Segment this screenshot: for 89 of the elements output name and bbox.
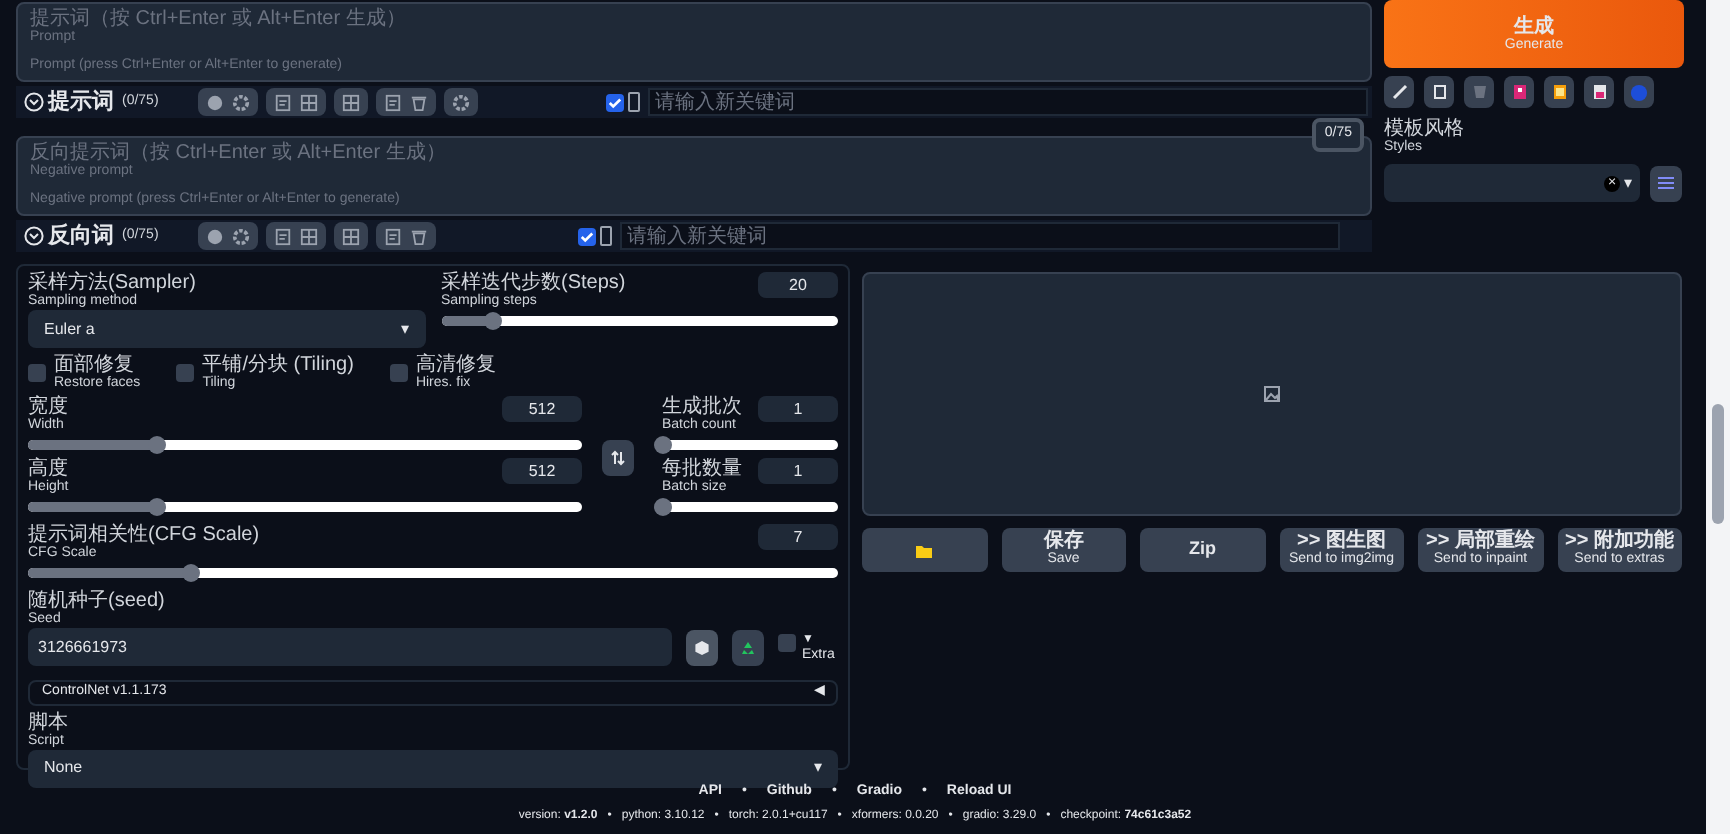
number-field[interactable]: 1 xyxy=(758,458,838,484)
label-text: 脚本 xyxy=(28,711,70,733)
sampler-select[interactable]: Euler a ▾ xyxy=(28,310,425,348)
checkbox[interactable] xyxy=(606,93,625,111)
grid-icon xyxy=(300,93,319,111)
slider-handle[interactable] xyxy=(182,564,200,582)
prompt-hint: 提示词（按 Ctrl+Enter 或 Alt+Enter 生成） xyxy=(30,8,408,30)
slider-track[interactable] xyxy=(441,316,838,326)
label-text: 每批数量 xyxy=(662,458,742,480)
recycle-button[interactable] xyxy=(732,629,764,665)
number-field[interactable]: 1 xyxy=(758,396,838,422)
label-text: 生成批次 xyxy=(662,396,742,418)
copy-icon xyxy=(1431,84,1447,100)
check-icon xyxy=(608,95,623,109)
label-text: 提示词相关性(CFG Scale) xyxy=(28,524,260,546)
label-text: 高度 xyxy=(28,458,68,480)
label-text: 面部修复 xyxy=(54,353,134,375)
document-icon xyxy=(274,227,293,245)
trash-icon xyxy=(1471,84,1487,100)
save-icon xyxy=(1591,84,1607,100)
label-text: 采样迭代步数(Steps) xyxy=(441,272,626,294)
number-field[interactable]: 20 xyxy=(758,272,838,298)
swap-icon xyxy=(610,449,626,465)
checkbox[interactable] xyxy=(28,363,46,381)
checkbox[interactable] xyxy=(778,633,796,651)
label-text: 采样方法(Sampler) xyxy=(28,272,198,294)
number-field[interactable]: 7 xyxy=(758,524,838,550)
document-icon xyxy=(384,93,403,111)
grid-icon xyxy=(300,227,319,245)
folder-icon xyxy=(916,543,933,557)
checkbox[interactable] xyxy=(389,363,408,381)
slider-track[interactable] xyxy=(28,502,582,512)
caret-icon: ▾ xyxy=(814,756,822,780)
slider-track[interactable] xyxy=(28,568,838,578)
keyword-field[interactable]: 请输入新关键词 xyxy=(620,222,1341,250)
grid-icon xyxy=(342,93,361,111)
folder-button[interactable] xyxy=(862,528,987,572)
card-icon xyxy=(1511,84,1527,100)
circle-icon xyxy=(206,227,225,245)
caret-icon: ▾ xyxy=(401,317,409,341)
settings-icon xyxy=(232,227,251,245)
collapse-icon[interactable] xyxy=(24,92,44,112)
toggle-icon[interactable] xyxy=(628,92,641,112)
tool-button[interactable] xyxy=(1424,76,1454,108)
document-icon xyxy=(384,227,403,245)
scrollbar[interactable] xyxy=(1706,0,1730,834)
tool-button[interactable] xyxy=(1384,76,1414,108)
number-field[interactable]: 512 xyxy=(502,458,582,484)
slider-track[interactable] xyxy=(28,440,582,450)
output-button[interactable]: Zip xyxy=(1140,528,1265,572)
slider-handle[interactable] xyxy=(147,436,166,454)
slider-handle[interactable] xyxy=(484,312,503,330)
styles-button[interactable] xyxy=(1650,165,1682,201)
keyword-field[interactable]: 请输入新关键词 xyxy=(648,88,1369,116)
settings-icon xyxy=(452,93,471,111)
image-icon xyxy=(1264,386,1280,402)
tool-button[interactable] xyxy=(1544,76,1574,108)
label-text: 平铺/分块 (Tiling) xyxy=(202,353,354,375)
label-text: 高清修复 xyxy=(415,353,496,375)
trash-icon xyxy=(410,227,429,245)
toggle-icon[interactable] xyxy=(600,226,613,246)
checkbox[interactable] xyxy=(176,363,195,381)
settings-icon xyxy=(232,93,251,111)
caret-icon: ▾ xyxy=(1624,171,1632,195)
circle-icon xyxy=(1630,83,1648,101)
checkbox[interactable] xyxy=(578,227,597,245)
label-text: 随机种子(seed) xyxy=(28,590,167,612)
slider-handle[interactable] xyxy=(147,498,166,516)
prompt-hint: 反向提示词（按 Ctrl+Enter 或 Alt+Enter 生成） xyxy=(30,142,448,164)
slider-handle[interactable] xyxy=(654,498,672,516)
document-icon xyxy=(274,93,293,111)
dice-button[interactable] xyxy=(686,629,718,665)
sliders-icon xyxy=(1658,176,1674,190)
circle-icon xyxy=(206,93,225,111)
trash-icon xyxy=(410,93,429,111)
slider-handle[interactable] xyxy=(654,436,672,454)
collapse-icon[interactable] xyxy=(24,226,44,246)
swap-button[interactable] xyxy=(602,439,634,475)
prompt-title: 提示词 xyxy=(48,87,114,118)
tool-button[interactable] xyxy=(1584,76,1614,108)
clipboard-icon xyxy=(1551,84,1567,100)
number-field[interactable]: 512 xyxy=(502,396,582,422)
label-text: 宽度 xyxy=(28,396,68,418)
seed-field[interactable]: 3126661973 xyxy=(28,628,672,666)
label-text: 模板风格 xyxy=(1384,118,1466,140)
brush-icon xyxy=(1391,84,1407,100)
check-icon xyxy=(580,229,595,243)
grid-icon xyxy=(342,227,361,245)
prompt-title: 反向词 xyxy=(48,221,114,252)
